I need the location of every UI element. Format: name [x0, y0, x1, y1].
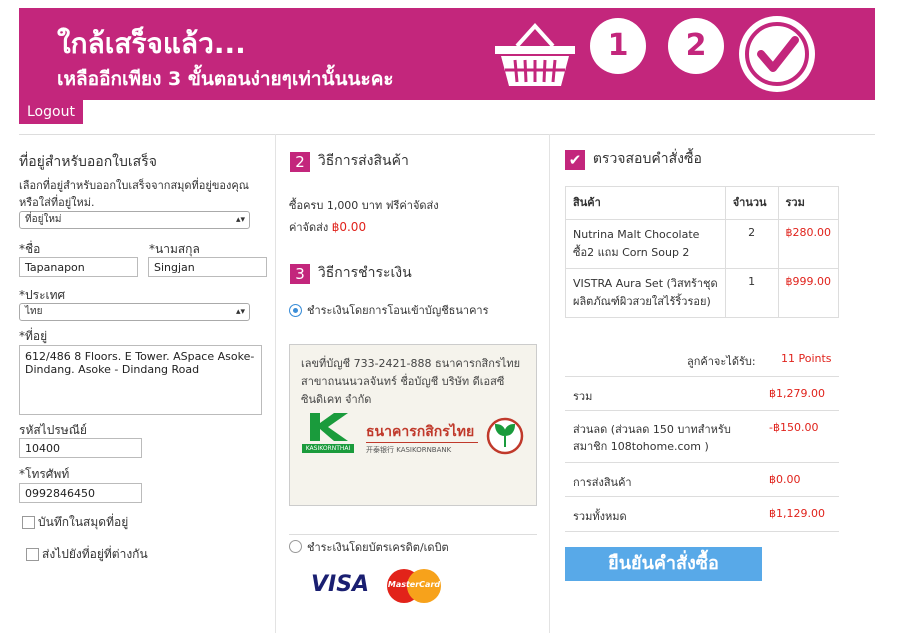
item-name: VISTRA Aura Set (วิสทร้าชุดผลิตภัณฑ์ผิวส… — [565, 268, 726, 318]
phone-field[interactable]: 0992846450 — [19, 483, 142, 503]
item-qty: 2 — [724, 219, 779, 269]
payment-divider — [289, 534, 537, 535]
address-book-select[interactable]: ที่อยู่ใหม่ ▴▾ — [19, 211, 250, 229]
shipping-fee-label: ค่าจัดส่ง — [289, 221, 329, 234]
basket-icon — [495, 23, 575, 86]
column-header-qty: จำนวน — [724, 186, 779, 220]
chevron-updown-icon: ▴▾ — [235, 215, 245, 225]
country-select[interactable]: ไทย ▴▾ — [19, 303, 250, 321]
lastname-field[interactable]: Singjan — [148, 257, 267, 277]
save-address-label: บันทึกในสมุดที่อยู่ — [38, 515, 129, 529]
payment-transfer-label: ชำระเงินโดยการโอนเข้าบัญชีธนาคาร — [307, 304, 489, 317]
discount-value: -฿150.00 — [769, 421, 819, 434]
step-number-badge: 3 — [290, 263, 310, 284]
address-book-select-value: ที่อยู่ใหม่ — [25, 214, 62, 225]
kasikorn-leaf-icon — [486, 417, 524, 455]
mastercard-logo: MasterCard — [384, 568, 444, 604]
banner-subtitle: เหลืออีกเพียง 3 ขั้นตอนง่ายๆเท่านั้นนะคะ — [57, 68, 394, 90]
column-header-product: สินค้า — [565, 186, 726, 220]
step-1-circle: 1 — [590, 18, 646, 74]
table-row: VISTRA Aura Set (วิสทร้าชุดผลิตภัณฑ์ผิวส… — [565, 268, 839, 318]
payment-heading: 3 วิธีการชำระเงิน — [290, 262, 412, 284]
visa-logo: VISA — [311, 572, 370, 597]
kasikorn-k-icon — [310, 413, 348, 441]
column-divider — [549, 134, 550, 633]
review-heading-text: ตรวจสอบคำสั่งซื้อ — [592, 151, 702, 167]
shipping-total-value: ฿0.00 — [769, 473, 801, 486]
shipping-fee-value: ฿0.00 — [331, 220, 367, 234]
check-icon: ✔ — [565, 149, 585, 170]
save-address-checkbox[interactable] — [22, 516, 35, 529]
payment-card-radio[interactable] — [289, 540, 302, 553]
step-number-badge: 2 — [290, 151, 310, 172]
billing-hint: หรือใส่ที่อยู่ใหม่. — [19, 196, 95, 209]
review-heading: ✔ ตรวจสอบคำสั่งซื้อ — [565, 148, 702, 170]
bank-name-underline — [366, 442, 478, 443]
table-row: Nutrina Malt Chocolate ซื้อ2 แถม Corn So… — [565, 219, 839, 269]
subtotal-label: รวม — [573, 390, 593, 403]
order-items-table: สินค้า จำนวน รวม Nutrina Malt Chocolate … — [565, 186, 839, 318]
subtotal-value: ฿1,279.00 — [769, 387, 825, 400]
phone-label: *โทรศัพท์ — [19, 467, 70, 481]
logout-button[interactable]: Logout — [19, 100, 83, 124]
grand-total-value: ฿1,129.00 — [769, 507, 825, 520]
grand-total-label: รวมทั้งหมด — [573, 510, 627, 523]
kasikorn-logo: KASIKORNTHAI — [302, 411, 354, 453]
points-label: ลูกค้าจะได้รับ: — [687, 355, 756, 368]
mastercard-text: MasterCard — [387, 580, 441, 589]
payment-heading-text: วิธีการชำระเงิน — [317, 265, 412, 281]
postcode-field[interactable]: 10400 — [19, 438, 142, 458]
shipping-fee: ค่าจัดส่ง ฿0.00 — [289, 218, 366, 236]
bank-account-details: เลขที่บัญชี 733-2421-888 ธนาคารกสิกรไทย … — [301, 355, 520, 409]
country-select-value: ไทย — [25, 306, 43, 317]
shipping-heading-text: วิธีการส่งสินค้า — [317, 153, 409, 169]
step-2-circle: 2 — [668, 18, 724, 74]
firstname-field[interactable]: Tapanapon — [19, 257, 138, 277]
payment-transfer-radio[interactable] — [289, 304, 302, 317]
bank-name-thai: ธนาคารกสิกรไทย — [366, 424, 475, 440]
chevron-updown-icon: ▴▾ — [235, 307, 245, 317]
bank-name-english: 开泰银行 KASIKORNBANK — [366, 446, 452, 454]
bank-transfer-panel: เลขที่บัญชี 733-2421-888 ธนาคารกสิกรไทย … — [289, 344, 537, 506]
ship-different-label: ส่งไปยังที่อยู่ที่ต่างกัน — [42, 547, 148, 561]
item-price: ฿999.00 — [777, 268, 839, 318]
subtotal-row: รวม ฿1,279.00 — [565, 376, 839, 411]
payment-card-label: ชำระเงินโดยบัตรเครดิต/เดบิต — [307, 541, 449, 554]
discount-row: ส่วนลด (ส่วนลด 150 บาทสำหรับสมาชิก 108to… — [565, 410, 839, 463]
step-3-check-icon — [739, 16, 815, 92]
table-header-row: สินค้า จำนวน รวม — [565, 186, 839, 220]
bank-line: ซินดิเคท จำกัด — [301, 393, 372, 406]
shipping-total-label: การส่งสินค้า — [573, 476, 632, 489]
grand-total-row: รวมทั้งหมด ฿1,129.00 — [565, 496, 839, 532]
header-divider — [19, 134, 875, 135]
column-header-total: รวม — [777, 186, 839, 220]
shipping-total-row: การส่งสินค้า ฿0.00 — [565, 462, 839, 497]
checkout-banner: ใกล้เสร็จแล้ว... เหลืออีกเพียง 3 ขั้นตอน… — [19, 8, 875, 100]
billing-hint: เลือกที่อยู่สำหรับออกใบเสร็จจากสมุดที่อย… — [19, 179, 249, 192]
address-label: *ที่อยู่ — [19, 329, 48, 343]
free-shipping-note: ซื้อครบ 1,000 บาท ฟรีค่าจัดส่ง — [289, 199, 439, 212]
item-qty: 1 — [724, 268, 779, 318]
item-name: Nutrina Malt Chocolate ซื้อ2 แถม Corn So… — [565, 219, 726, 269]
ship-different-checkbox[interactable] — [26, 548, 39, 561]
bank-line: สาขาถนนนวลจันทร์ ชื่อบัญชี บริษัท ดีเอสซ… — [301, 375, 505, 388]
item-price: ฿280.00 — [777, 219, 839, 269]
address-textarea[interactable]: 612/486 8 Floors. E Tower. ASpace Asoke-… — [19, 345, 262, 415]
discount-label: ส่วนลด (ส่วนลด 150 บาทสำหรับสมาชิก 108to… — [573, 423, 731, 453]
bank-line: เลขที่บัญชี 733-2421-888 ธนาคารกสิกรไทย — [301, 357, 521, 370]
shipping-heading: 2 วิธีการส่งสินค้า — [290, 150, 409, 172]
banner-title: ใกล้เสร็จแล้ว... — [57, 27, 246, 60]
kasikorn-logo-text: KASIKORNTHAI — [302, 444, 354, 453]
column-divider — [275, 134, 276, 633]
points-value: 11 Points — [781, 352, 832, 365]
confirm-order-button[interactable]: ยืนยันคำสั่งซื้อ — [565, 547, 762, 581]
billing-heading: ที่อยู่สำหรับออกใบเสร็จ — [19, 154, 157, 170]
